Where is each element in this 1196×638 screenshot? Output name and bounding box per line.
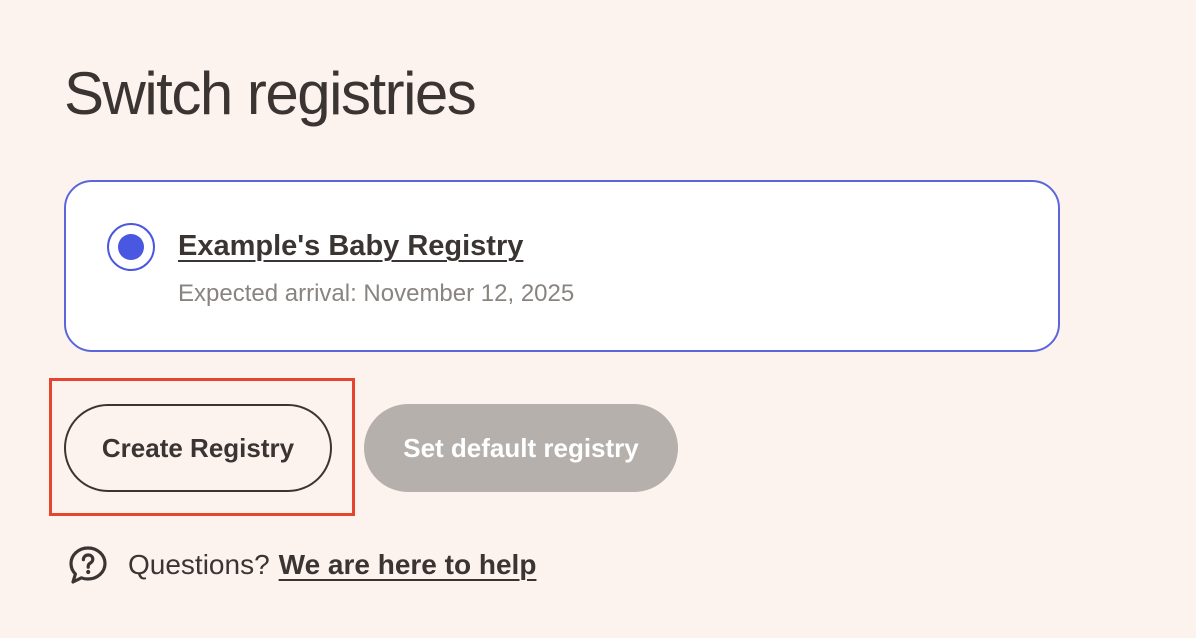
- page-title: Switch registries: [64, 60, 477, 127]
- question-chat-icon: [66, 543, 110, 587]
- help-prefix-text: Questions?: [128, 549, 270, 580]
- help-row: Questions? We are here to help: [66, 542, 536, 588]
- set-default-registry-button[interactable]: Set default registry: [364, 404, 678, 492]
- create-registry-button[interactable]: Create Registry: [64, 404, 332, 492]
- registry-card[interactable]: Example's Baby Registry Expected arrival…: [64, 180, 1060, 352]
- registry-radio-button[interactable]: [107, 223, 155, 271]
- registry-name-link[interactable]: Example's Baby Registry: [178, 226, 523, 266]
- help-link[interactable]: We are here to help: [279, 549, 537, 581]
- radio-selected-dot: [118, 234, 144, 260]
- registry-expected-arrival: Expected arrival: November 12, 2025: [178, 280, 575, 307]
